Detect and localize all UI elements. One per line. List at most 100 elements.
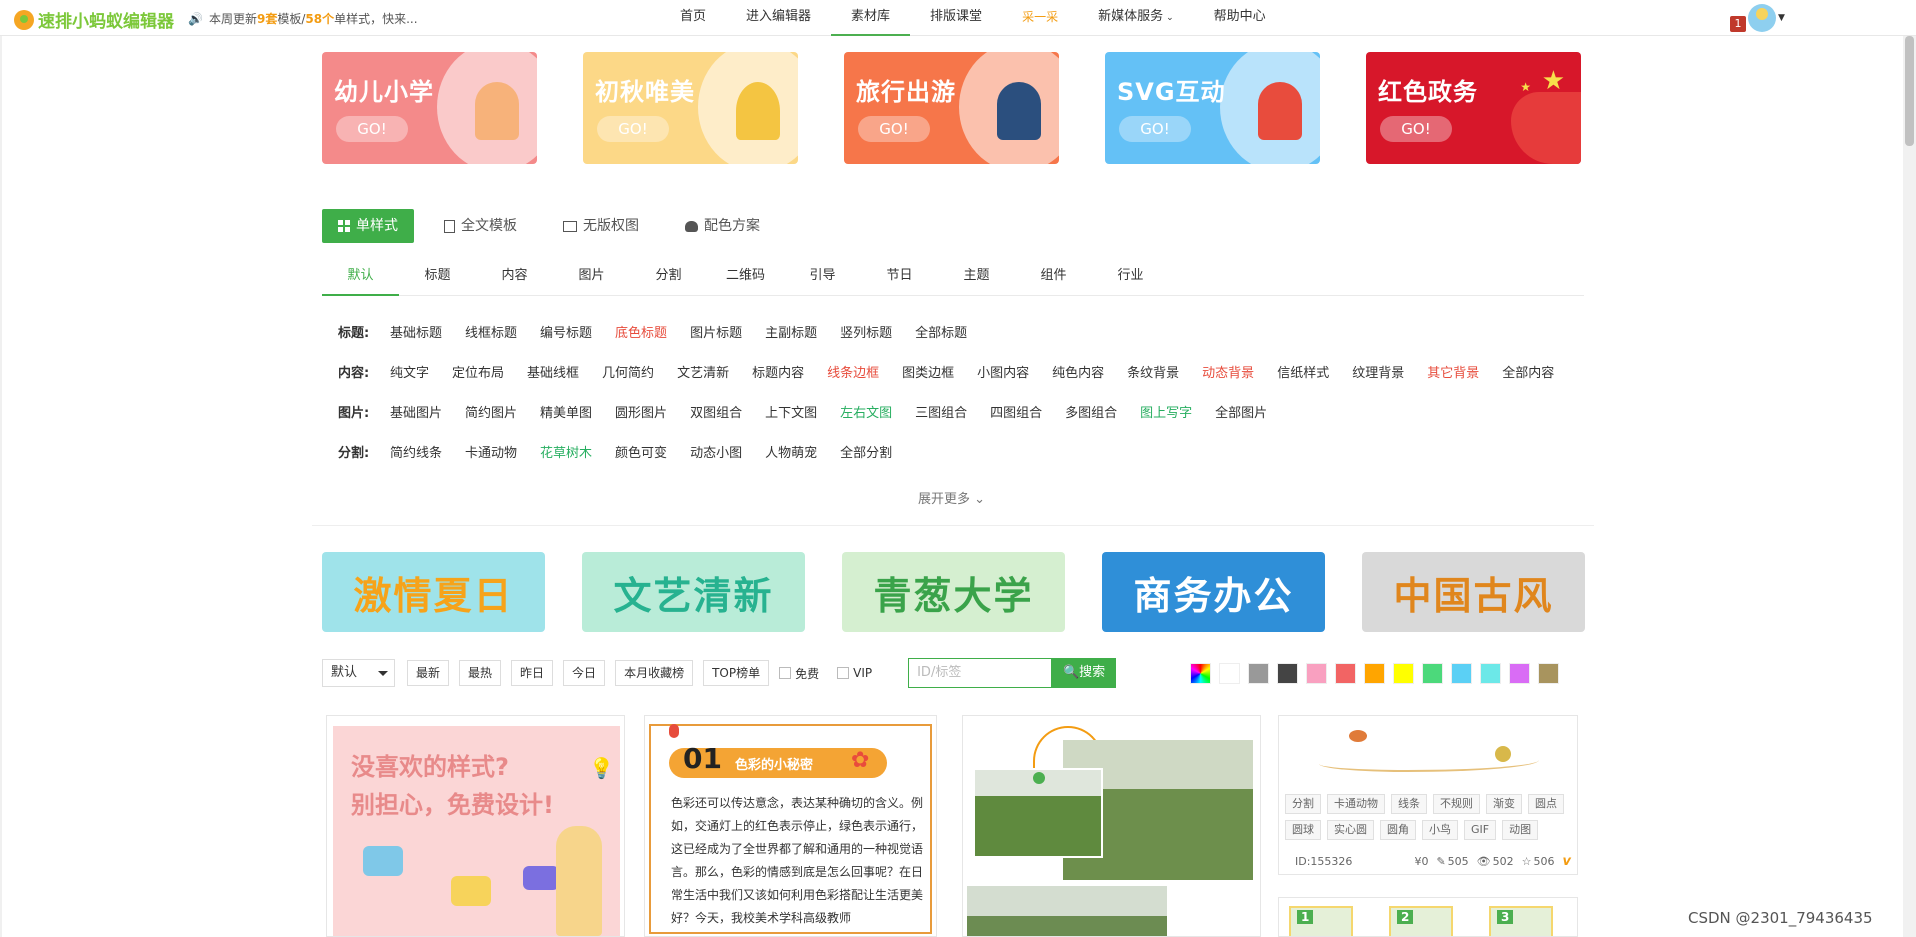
nav-editor[interactable]: 进入编辑器 (726, 0, 831, 36)
nav-help[interactable]: 帮助中心 (1194, 0, 1286, 36)
tag-link[interactable]: 线框标题 (465, 318, 517, 350)
free-checkbox[interactable]: 免费 (779, 665, 819, 682)
tag-link[interactable]: 多图组合 (1065, 398, 1117, 430)
color-swatch-all[interactable] (1190, 662, 1212, 684)
tag-link[interactable]: 线条边框 (827, 358, 879, 390)
vip-checkbox[interactable]: VIP (837, 666, 872, 680)
subtab-qrcode[interactable]: 二维码 (707, 262, 784, 296)
tag-link[interactable]: 基础图片 (390, 398, 442, 430)
site-logo[interactable]: 速排小蚂蚁编辑器 (14, 7, 174, 32)
go-button[interactable]: GO! (858, 116, 930, 142)
tag-link[interactable]: 主副标题 (765, 318, 817, 350)
style-card-photo-collage[interactable] (962, 715, 1261, 937)
subtab-title[interactable]: 标题 (399, 262, 476, 296)
tag-link[interactable]: 信纸样式 (1277, 358, 1329, 390)
subtab-content[interactable]: 内容 (476, 262, 553, 296)
tag-link[interactable]: 其它背景 (1427, 358, 1479, 390)
filter-monthly-favorites-button[interactable]: 本月收藏榜 (615, 660, 694, 686)
tag-link[interactable]: 图上写字 (1140, 398, 1192, 430)
user-area[interactable]: 1 ▼ (1730, 4, 1785, 32)
tag-link[interactable]: 纯文字 (390, 358, 429, 390)
card-tag[interactable]: 不规则 (1433, 794, 1480, 814)
color-swatch[interactable] (1306, 662, 1328, 684)
style-banner-business[interactable]: 商务办公 (1102, 552, 1325, 632)
color-swatch[interactable] (1480, 662, 1502, 684)
tag-link[interactable]: 三图组合 (915, 398, 967, 430)
card-tag[interactable]: 实心圆 (1327, 820, 1374, 840)
card-tag[interactable]: 小鸟 (1422, 820, 1458, 840)
tag-link[interactable]: 编号标题 (540, 318, 592, 350)
tag-link[interactable]: 简约图片 (465, 398, 517, 430)
style-card-custom-design[interactable]: 没喜欢的样式? 别担心，免费设计! 💡 (326, 715, 625, 937)
tab-full-template[interactable]: 全文模板 (428, 209, 533, 243)
tag-link[interactable]: 标题内容 (752, 358, 804, 390)
tag-link[interactable]: 定位布局 (452, 358, 504, 390)
nav-materials[interactable]: 素材库 (831, 0, 911, 36)
color-swatch[interactable] (1509, 662, 1531, 684)
subtab-component[interactable]: 组件 (1015, 262, 1092, 296)
style-card-bird-divider[interactable]: 分割 卡通动物 线条 不规则 渐变 圆点 圆球 实心圆 圆角 小鸟 GIF 动图 ID:155326 … (1278, 715, 1578, 875)
color-swatch[interactable] (1364, 662, 1386, 684)
nav-home[interactable]: 首页 (660, 0, 726, 36)
tag-link[interactable]: 竖列标题 (840, 318, 892, 350)
banner-autumn[interactable]: 初秋唯美 GO! (583, 52, 798, 164)
go-button[interactable]: GO! (1119, 116, 1191, 142)
tag-link[interactable]: 圆形图片 (615, 398, 667, 430)
subtab-divider[interactable]: 分割 (630, 262, 707, 296)
filter-today-button[interactable]: 今日 (563, 660, 606, 686)
tag-link[interactable]: 精美单图 (540, 398, 592, 430)
tag-link[interactable]: 条纹背景 (1127, 358, 1179, 390)
subtab-festival[interactable]: 节日 (861, 262, 938, 296)
banner-kids[interactable]: 幼儿小学 GO! (322, 52, 537, 164)
style-banner-literary[interactable]: 文艺清新 (582, 552, 805, 632)
style-banner-chinese[interactable]: 中国古风 (1362, 552, 1585, 632)
color-swatch[interactable] (1538, 662, 1560, 684)
tag-link[interactable]: 文艺清新 (677, 358, 729, 390)
go-button[interactable]: GO! (597, 116, 669, 142)
tag-link[interactable]: 左右文图 (840, 398, 892, 430)
card-tag[interactable]: 渐变 (1486, 794, 1522, 814)
tag-link[interactable]: 图片标题 (690, 318, 742, 350)
tag-link[interactable]: 全部标题 (915, 318, 967, 350)
card-tag[interactable]: GIF (1464, 820, 1497, 840)
checkbox-box[interactable] (779, 667, 792, 679)
tag-link[interactable]: 基础标题 (390, 318, 442, 350)
subtab-image[interactable]: 图片 (553, 262, 630, 296)
notification-badge[interactable]: 1 (1730, 16, 1746, 32)
banner-red-gov[interactable]: 红色政务 GO! ★ ★ (1366, 52, 1581, 164)
nav-classroom[interactable]: 排版课堂 (910, 0, 1002, 36)
nav-collect[interactable]: 采一采 (1002, 0, 1078, 36)
expand-more-link[interactable]: 展开更多 ⌄ (918, 488, 985, 507)
card-tag[interactable]: 动图 (1502, 820, 1539, 840)
tab-single-style[interactable]: 单样式 (322, 209, 414, 243)
go-button[interactable]: GO! (1380, 116, 1452, 142)
search-input[interactable]: ID/标签 (908, 658, 1053, 688)
card-tag[interactable]: 圆角 (1380, 820, 1416, 840)
tag-link[interactable]: 基础线框 (527, 358, 579, 390)
subtab-default[interactable]: 默认 (322, 262, 399, 296)
tag-link[interactable]: 小图内容 (977, 358, 1029, 390)
card-tag[interactable]: 圆点 (1528, 794, 1564, 814)
style-card-numbered-images[interactable]: 1 2 3 (1278, 897, 1578, 937)
tag-link[interactable]: 纯色内容 (1052, 358, 1104, 390)
star-icon[interactable]: ☆ (1522, 855, 1532, 868)
banner-svg[interactable]: SVG互动 GO! (1105, 52, 1320, 164)
color-swatch[interactable] (1422, 662, 1444, 684)
tag-link[interactable]: 上下文图 (765, 398, 817, 430)
banner-travel[interactable]: 旅行出游 GO! (844, 52, 1059, 164)
tab-color-schemes[interactable]: 配色方案 (669, 209, 776, 243)
tag-link[interactable]: 底色标题 (615, 318, 667, 350)
update-notice[interactable]: 🔊 本周更新9套模板/58个单样式，快来... (188, 10, 418, 27)
card-tag[interactable]: 线条 (1391, 794, 1427, 814)
tab-free-images[interactable]: 无版权图 (547, 209, 655, 243)
go-button[interactable]: GO! (336, 116, 408, 142)
scrollbar-thumb[interactable] (1905, 36, 1914, 146)
nav-media-services[interactable]: 新媒体服务 ⌄ (1078, 0, 1194, 36)
color-swatch[interactable] (1393, 662, 1415, 684)
tag-link[interactable]: 动态背景 (1202, 358, 1254, 390)
card-tag[interactable]: 分割 (1285, 794, 1321, 814)
subtab-guide[interactable]: 引导 (784, 262, 861, 296)
tag-link[interactable]: 四图组合 (990, 398, 1042, 430)
filter-newest-button[interactable]: 最新 (407, 660, 450, 686)
color-swatch[interactable] (1248, 662, 1270, 684)
